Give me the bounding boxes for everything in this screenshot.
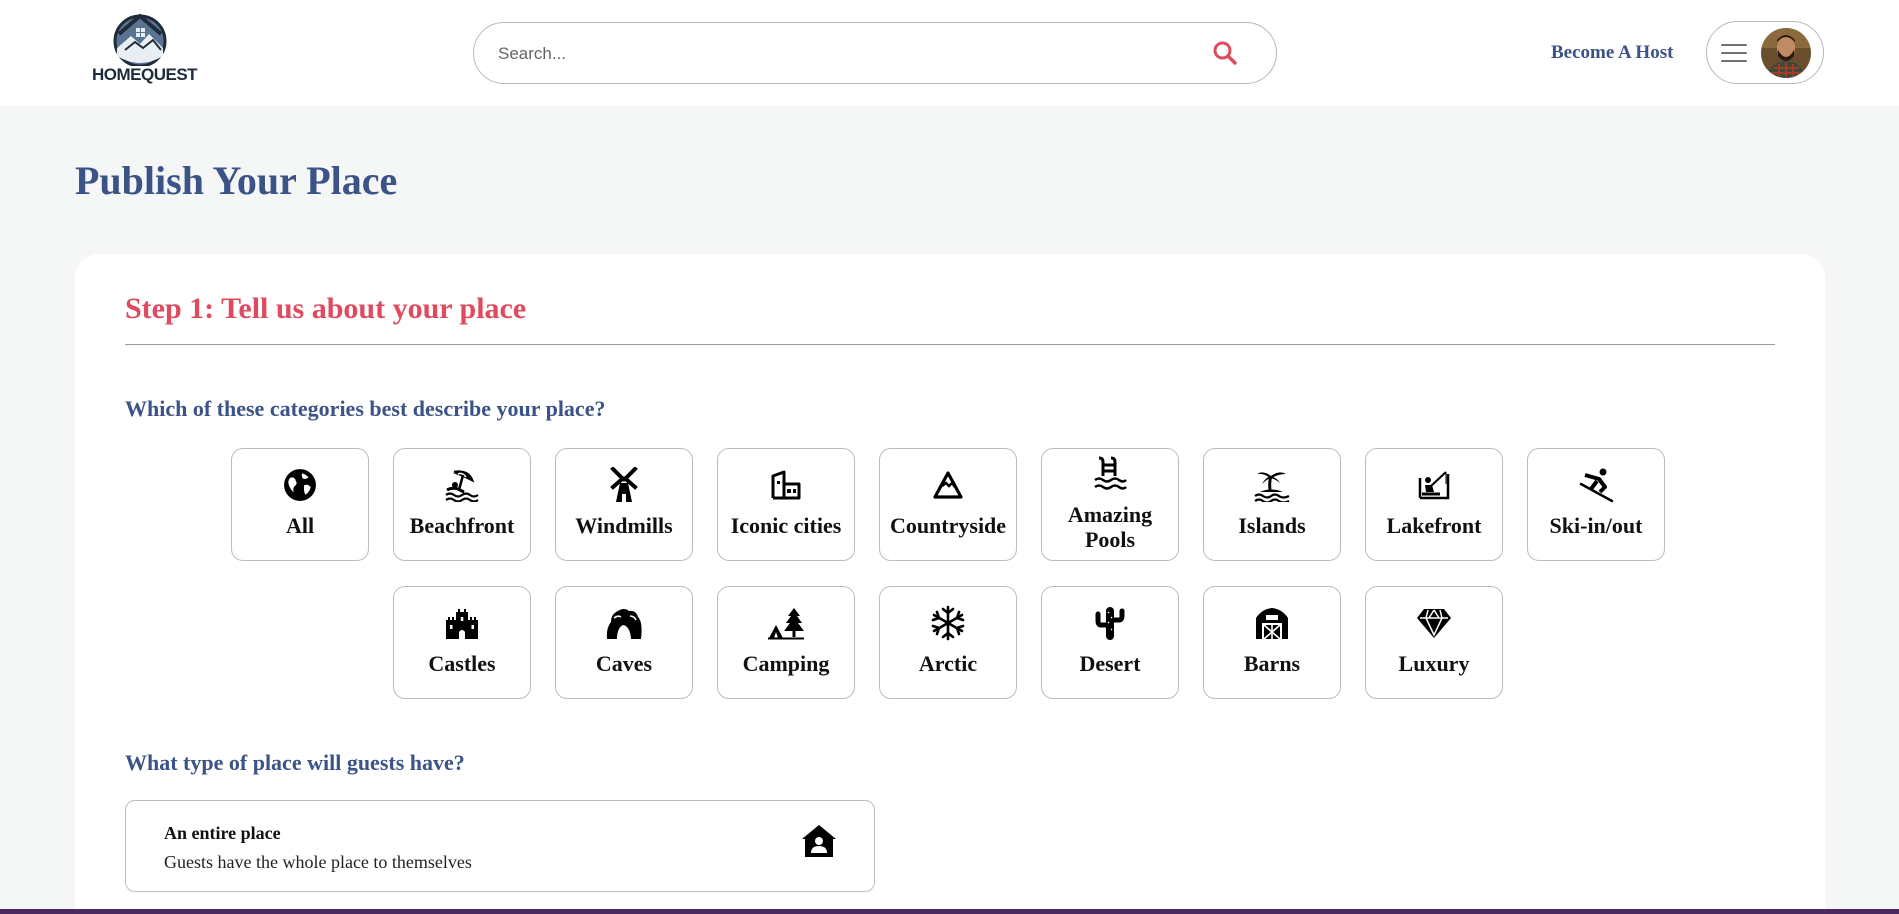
island-palm-icon (1254, 472, 1290, 502)
city-building-icon (771, 470, 801, 500)
mountain-icon (933, 471, 963, 499)
divider (125, 344, 1775, 345)
place-type-entire-place[interactable]: An entire place Guests have the whole pl… (125, 800, 875, 892)
search-button[interactable] (1212, 40, 1240, 68)
diamond-icon (1417, 609, 1451, 638)
category-castles[interactable]: Castles (393, 586, 531, 699)
search-bar (473, 22, 1277, 84)
category-label: Desert (1079, 651, 1141, 676)
category-arctic[interactable]: Arctic (879, 586, 1017, 699)
category-ski-in-out[interactable]: Ski-in/out (1527, 448, 1665, 561)
user-photo (1761, 28, 1811, 78)
page-title: Publish Your Place (75, 158, 398, 203)
avatar (1761, 28, 1811, 78)
category-label: Arctic (918, 651, 978, 676)
house-user-icon (800, 823, 838, 861)
category-label: Islands (1238, 513, 1306, 538)
fishing-icon (1418, 471, 1450, 500)
category-label: Camping (742, 651, 830, 676)
place-type-description: Guests have the whole place to themselve… (164, 852, 472, 872)
category-luxury[interactable]: Luxury (1365, 586, 1503, 699)
category-lakefront[interactable]: Lakefront (1365, 448, 1503, 561)
category-label: Countryside (889, 513, 1007, 538)
category-label: Ski-in/out (1549, 513, 1643, 538)
step-title: Step 1: Tell us about your place (125, 292, 527, 325)
category-label: Amazing Pools (1067, 502, 1153, 552)
category-countryside[interactable]: Countryside (879, 448, 1017, 561)
category-label: Barns (1243, 651, 1301, 676)
house-logo-icon (113, 14, 167, 66)
category-label: Caves (595, 651, 653, 676)
category-desert[interactable]: Desert (1041, 586, 1179, 699)
search-input[interactable] (498, 40, 1178, 68)
category-label: Windmills (575, 513, 673, 538)
brand-name: HOMEQUEST (92, 65, 198, 84)
barn-icon (1256, 608, 1288, 640)
become-host-link[interactable]: Become A Host (1551, 42, 1673, 64)
publish-form-card: Step 1: Tell us about your place Which o… (75, 254, 1825, 914)
pool-ladder-icon (1094, 456, 1127, 490)
category-label: Beachfront (409, 513, 515, 538)
category-camping[interactable]: Camping (717, 586, 855, 699)
snowflake-icon (931, 605, 965, 641)
cactus-icon (1095, 607, 1125, 640)
brand-logo[interactable]: HOMEQUEST (92, 12, 198, 92)
category-amazing-pools[interactable]: Amazing Pools (1041, 448, 1179, 561)
skier-icon (1579, 468, 1614, 503)
castle-icon (446, 609, 478, 639)
bottom-bar (0, 909, 1899, 914)
category-iconic-cities[interactable]: Iconic cities (717, 448, 855, 561)
category-islands[interactable]: Islands (1203, 448, 1341, 561)
place-type-title: An entire place (164, 823, 281, 843)
category-barns[interactable]: Barns (1203, 586, 1341, 699)
top-header: HOMEQUEST Become A Host (0, 0, 1899, 106)
beach-umbrella-icon (445, 470, 479, 502)
search-icon (1213, 41, 1237, 65)
category-label: All (285, 513, 315, 538)
category-windmills[interactable]: Windmills (555, 448, 693, 561)
categories-question: Which of these categories best describe … (125, 396, 606, 421)
cave-icon (606, 609, 642, 639)
globe-icon (284, 469, 316, 501)
category-label: Luxury (1398, 651, 1470, 676)
tent-tree-icon (768, 608, 804, 640)
category-label: Iconic cities (730, 513, 842, 538)
category-all[interactable]: All (231, 448, 369, 561)
category-beachfront[interactable]: Beachfront (393, 448, 531, 561)
windmill-icon (610, 467, 638, 502)
category-label: Castles (428, 651, 496, 676)
place-type-question: What type of place will guests have? (125, 750, 465, 775)
user-menu-button[interactable] (1706, 21, 1824, 84)
hamburger-menu-icon (1721, 44, 1747, 64)
category-caves[interactable]: Caves (555, 586, 693, 699)
category-label: Lakefront (1386, 513, 1482, 538)
